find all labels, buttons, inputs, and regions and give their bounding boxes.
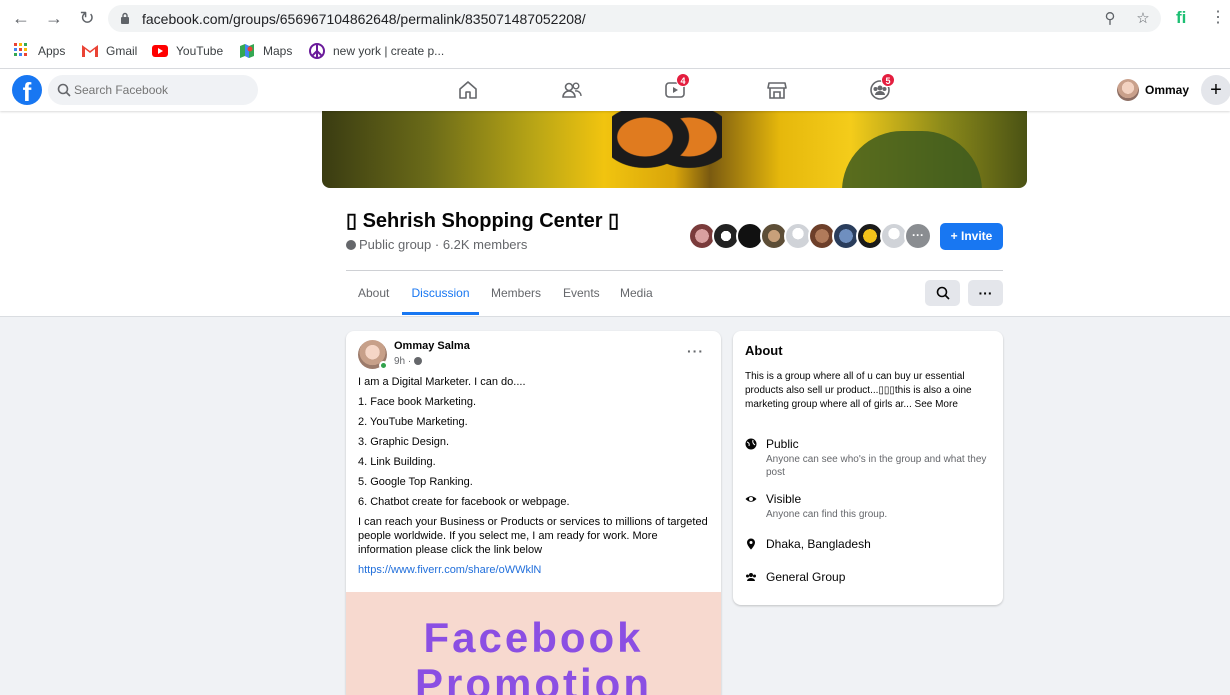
- facebook-header: f 4 5 Ommay +: [0, 69, 1230, 111]
- globe-icon: [414, 357, 423, 365]
- post-image[interactable]: Facebook Promotion: [346, 592, 721, 695]
- group-header: ▯ Sehrish Shopping Center ▯ Public group…: [0, 111, 1230, 317]
- bookmark-maps[interactable]: Maps: [239, 42, 292, 60]
- about-description[interactable]: This is a group where all of u can buy u…: [745, 370, 995, 412]
- tab-members[interactable]: Members: [491, 275, 541, 315]
- post-body: I can reach your Business or Products or…: [358, 516, 708, 556]
- visibility-title: Visible: [766, 492, 802, 506]
- post-author[interactable]: Ommay Salma: [394, 340, 470, 352]
- chrome-menu-icon[interactable]: ⋮: [1210, 8, 1226, 28]
- tab-about[interactable]: About: [358, 275, 389, 315]
- lock-icon: [121, 12, 129, 24]
- tab-discussion[interactable]: Discussion: [402, 275, 479, 315]
- privacy-subtitle: Anyone can see who's in the group and wh…: [766, 454, 987, 478]
- maps-icon: [239, 43, 255, 59]
- butterfly-image: [612, 111, 722, 188]
- youtube-icon: [152, 43, 168, 59]
- gmail-icon: [82, 43, 98, 59]
- profile-name: Ommay: [1145, 83, 1190, 97]
- online-status-dot: [379, 361, 388, 370]
- bookmark-star-icon[interactable]: ☆: [1134, 10, 1152, 28]
- profile-button[interactable]: Ommay: [1117, 79, 1189, 101]
- back-arrow-icon[interactable]: ←: [11, 8, 31, 28]
- post-menu-icon[interactable]: ···: [687, 343, 704, 359]
- post-image-text: Facebook: [423, 614, 644, 661]
- browser-chrome: ← → ↻ facebook.com/groups/65696710486264…: [0, 0, 1230, 69]
- cover-photo[interactable]: [322, 111, 1027, 188]
- search-icon: [936, 286, 950, 300]
- bookmark-gmail[interactable]: Gmail: [82, 42, 137, 60]
- list-item: 6. Chatbot create for facebook or webpag…: [358, 496, 570, 508]
- list-item: 4. Link Building.: [358, 456, 436, 468]
- watch-badge: 4: [676, 73, 690, 87]
- post-image-text: Promotion: [415, 660, 652, 695]
- friends-icon[interactable]: [561, 79, 583, 101]
- leaf-image: [842, 131, 982, 188]
- search-icon: [57, 83, 71, 97]
- eye-icon: [745, 496, 757, 502]
- zoom-icon[interactable]: ⚲: [1101, 10, 1119, 28]
- about-heading: About: [745, 343, 783, 358]
- apps-grid-icon: [14, 43, 30, 59]
- facebook-logo-icon[interactable]: f: [12, 75, 42, 105]
- more-options-button[interactable]: ···: [968, 280, 1003, 306]
- privacy-title: Public: [766, 437, 799, 451]
- invite-button[interactable]: + Invite: [940, 223, 1003, 250]
- list-item: 5. Google Top Ranking.: [358, 476, 473, 488]
- peace-icon: [309, 43, 325, 59]
- home-icon[interactable]: [457, 79, 479, 101]
- groups-badge: 5: [881, 73, 895, 87]
- group-title[interactable]: ▯ Sehrish Shopping Center ▯: [346, 208, 619, 233]
- omnibox[interactable]: facebook.com/groups/656967104862648/perm…: [108, 5, 1161, 32]
- list-item: 1. Face book Marketing.: [358, 396, 477, 408]
- bookmark-youtube[interactable]: YouTube: [152, 42, 223, 60]
- post-card: Ommay Salma 9h · ··· I am a Digital Mark…: [346, 331, 721, 695]
- reload-icon[interactable]: ↻: [77, 8, 97, 28]
- group-meta: Public group · 6.2K members: [346, 237, 527, 252]
- post-time[interactable]: 9h ·: [394, 356, 423, 367]
- forward-arrow-icon[interactable]: →: [44, 8, 64, 28]
- groups-tab[interactable]: 5: [869, 73, 895, 101]
- divider: [346, 270, 1003, 271]
- globe-icon: [346, 239, 356, 250]
- list-item: 2. YouTube Marketing.: [358, 416, 468, 428]
- fiverr-extension-icon[interactable]: fi: [1176, 8, 1194, 28]
- url-text[interactable]: facebook.com/groups/656967104862648/perm…: [142, 11, 586, 27]
- tab-events[interactable]: Events: [563, 275, 600, 315]
- more-members-icon[interactable]: ···: [904, 222, 932, 250]
- list-item: 3. Graphic Design.: [358, 436, 450, 448]
- group-search-button[interactable]: [925, 280, 960, 306]
- tab-media[interactable]: Media: [620, 275, 653, 315]
- location-text: Dhaka, Bangladesh: [766, 537, 871, 551]
- globe-icon: [745, 438, 757, 450]
- group-people-icon: [746, 573, 756, 581]
- group-type-text: General Group: [766, 570, 846, 584]
- post-intro: I am a Digital Marketer. I can do....: [358, 376, 526, 388]
- bookmark-apps[interactable]: Apps: [14, 42, 65, 60]
- post-link[interactable]: https://www.fiverr.com/share/oWWklN: [358, 564, 541, 576]
- location-pin-icon: [747, 538, 755, 550]
- visibility-subtitle: Anyone can find this group.: [766, 509, 888, 520]
- bookmark-new-york[interactable]: new york | create p...: [309, 42, 444, 60]
- search-input[interactable]: [74, 75, 254, 105]
- marketplace-icon[interactable]: [766, 79, 788, 101]
- avatar: [1117, 79, 1139, 101]
- search-box[interactable]: [48, 75, 258, 105]
- create-plus-button[interactable]: +: [1201, 75, 1230, 105]
- address-bar-row: ← → ↻ facebook.com/groups/65696710486264…: [0, 0, 1230, 36]
- watch-tab[interactable]: 4: [664, 73, 690, 101]
- bookmarks-bar: Apps Gmail YouTube Maps new york | creat…: [0, 36, 1230, 66]
- about-card: About This is a group where all of u can…: [733, 331, 1003, 605]
